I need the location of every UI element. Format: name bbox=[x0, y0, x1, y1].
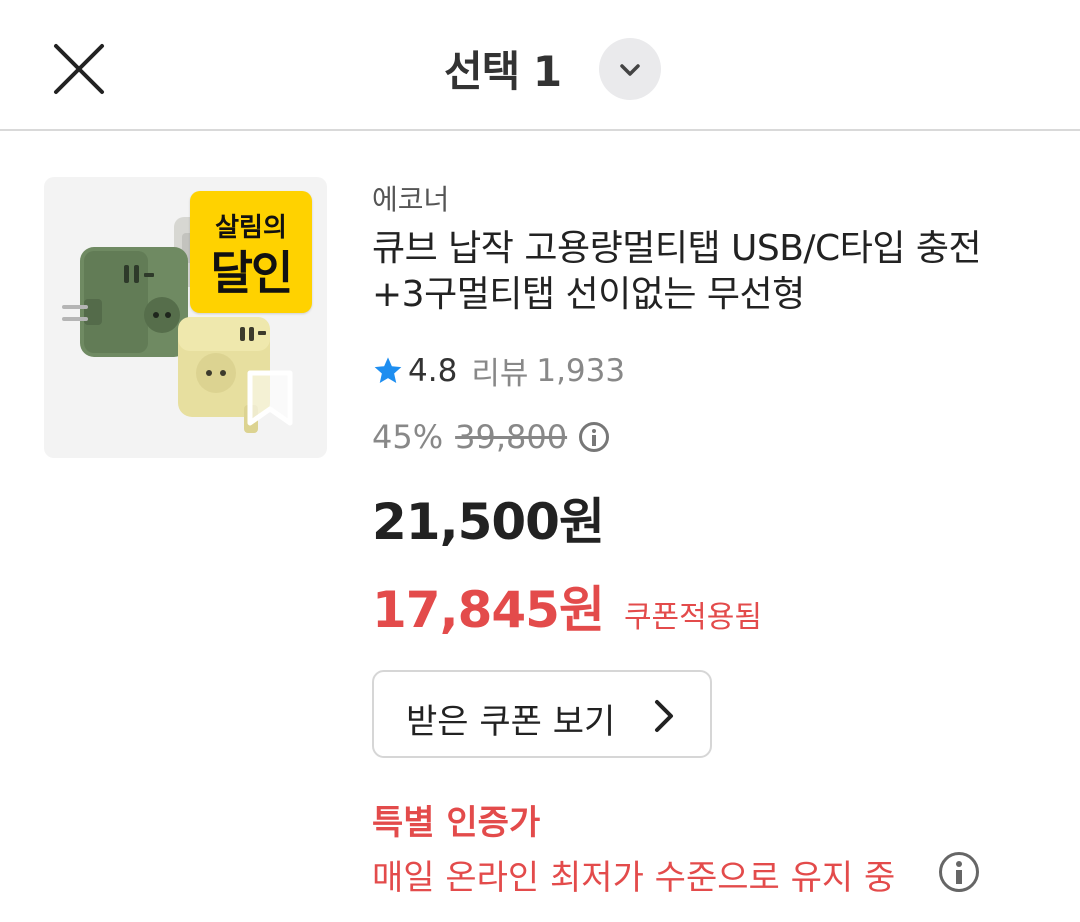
chevron-right-icon bbox=[655, 700, 673, 732]
coupon-price-row: 17,845원 쿠폰적용됨 bbox=[372, 570, 762, 642]
seller-badge: 살림의 달인 bbox=[190, 191, 312, 313]
original-price: 39,800 bbox=[455, 418, 568, 456]
bookmark-icon[interactable] bbox=[244, 367, 296, 429]
product-title[interactable]: 큐브 납작 고용량멀티탭 USB/C타입 충전+3구멀티탭 선이없는 무선형 bbox=[372, 226, 1012, 318]
coupon-price: 17,845원 bbox=[372, 581, 605, 639]
review-label: 리뷰 bbox=[471, 356, 529, 392]
promo-description: 매일 온라인 최저가 수준으로 유지 중 bbox=[372, 858, 896, 898]
review-count: 1,933 bbox=[536, 352, 626, 389]
badge-line2: 달인 bbox=[210, 246, 294, 300]
promo-title: 특별 인증가 bbox=[372, 803, 541, 843]
brand-name: 에코너 bbox=[372, 183, 450, 216]
rating-value: 4.8 bbox=[408, 352, 458, 389]
view-coupons-label: 받은 쿠폰 보기 bbox=[406, 702, 616, 742]
view-coupons-button[interactable]: 받은 쿠폰 보기 bbox=[372, 670, 712, 758]
header-bar: 선택 1 bbox=[0, 0, 1080, 131]
info-icon[interactable] bbox=[579, 422, 610, 452]
sale-price: 21,500원 bbox=[372, 493, 605, 551]
selection-dropdown-button[interactable] bbox=[599, 38, 661, 100]
page-title: 선택 1 bbox=[444, 47, 562, 96]
product-thumbnail[interactable]: 살림의 달인 bbox=[44, 177, 327, 458]
rating-row: 4.8 리뷰 1,933 bbox=[372, 348, 625, 393]
close-button[interactable] bbox=[48, 38, 110, 100]
close-icon bbox=[54, 44, 104, 94]
discount-rate: 45% bbox=[372, 418, 444, 456]
coupon-applied-label: 쿠폰적용됨 bbox=[623, 600, 762, 635]
star-icon bbox=[374, 356, 402, 383]
original-price-row: 45% 39,800 bbox=[372, 418, 610, 456]
promo-info-icon[interactable] bbox=[939, 852, 979, 892]
chevron-down-icon bbox=[620, 64, 640, 76]
